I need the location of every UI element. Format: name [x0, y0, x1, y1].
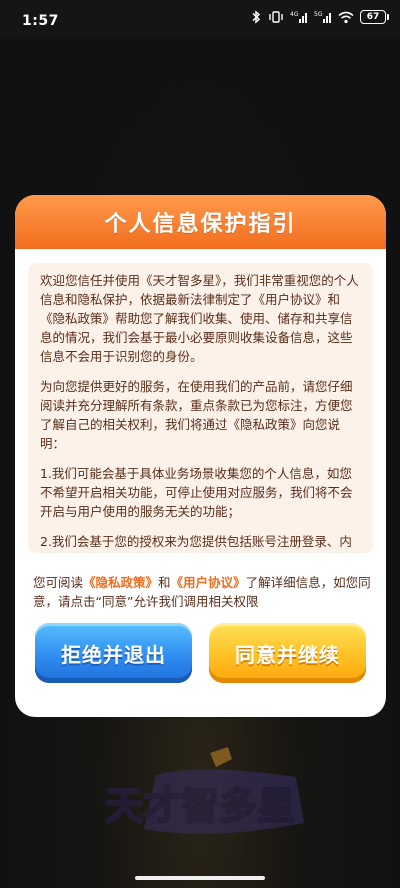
logo-text: 天才智多星 — [105, 784, 295, 828]
status-time: 1:57 — [22, 13, 59, 29]
policy-paragraph: 2.我们会基于您的授权来为您提供包括账号注册登录、内容展示、信息咨询在内的基本功… — [40, 534, 352, 549]
wifi-icon — [338, 11, 354, 24]
notice-prefix: 您可阅读 — [33, 575, 84, 590]
app-logo: 天才智多星 — [60, 745, 340, 845]
svg-text:4G: 4G — [290, 11, 299, 18]
dialog-header: 个人信息保护指引 — [15, 195, 386, 249]
app-screen: 1:57 4G 5G 67 个人信息保护指引 欢迎您信任并使用《天才智多星》，我… — [0, 0, 400, 888]
agree-and-continue-button[interactable]: 同意并继续 — [209, 623, 366, 683]
policy-content: 欢迎您信任并使用《天才智多星》，我们非常重视您的个人信息和隐私保护，依据最新法律… — [28, 263, 373, 553]
reject-and-exit-button[interactable]: 拒绝并退出 — [35, 623, 192, 683]
policy-content-scroll[interactable]: 欢迎您信任并使用《天才智多星》，我们非常重视您的个人信息和隐私保护，依据最新法律… — [28, 263, 373, 553]
pencil-icon — [210, 747, 232, 767]
home-indicator[interactable] — [135, 876, 265, 880]
privacy-policy-link[interactable]: 《隐私政策》 — [83, 575, 158, 590]
policy-paragraph: 为向您提供更好的服务，在使用我们的产品前，请您仔细阅读并充分理解所有条款，重点条… — [40, 379, 353, 451]
bluetooth-icon — [250, 10, 262, 24]
battery-icon: 67 — [360, 10, 389, 24]
privacy-dialog: 个人信息保护指引 欢迎您信任并使用《天才智多星》，我们非常重视您的个人信息和隐私… — [15, 195, 386, 717]
signal-5g-icon: 5G — [314, 10, 332, 24]
agreement-notice: 您可阅读《隐私政策》和《用户协议》了解详细信息，如您同意，请点击“同意”允许我们… — [33, 573, 373, 611]
status-bar: 1:57 4G 5G 67 — [0, 0, 400, 38]
svg-text:5G: 5G — [314, 11, 323, 18]
user-agreement-link[interactable]: 《用户协议》 — [171, 575, 246, 590]
policy-paragraph: 欢迎您信任并使用《天才智多星》，我们非常重视您的个人信息和隐私保护，依据最新法律… — [40, 273, 359, 364]
vibrate-icon — [268, 10, 284, 24]
signal-4g-icon: 4G — [290, 10, 308, 24]
status-icons: 4G 5G 67 — [250, 10, 389, 24]
policy-paragraph: 1.我们可能会基于具体业务场景收集您的个人信息，如您不希望开启相关功能，可停止使… — [40, 466, 353, 519]
dialog-title: 个人信息保护指引 — [104, 212, 297, 237]
notice-and: 和 — [158, 575, 171, 590]
